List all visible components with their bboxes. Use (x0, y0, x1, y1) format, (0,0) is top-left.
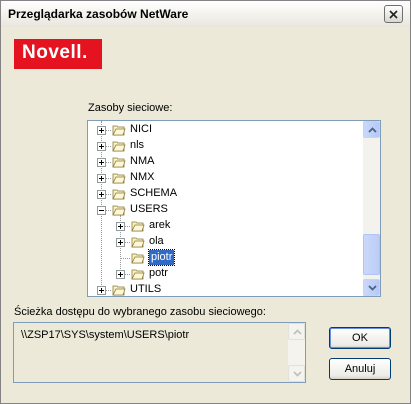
ok-button[interactable]: OK (329, 327, 391, 349)
tree-item-label: ola (149, 235, 164, 247)
tree-item[interactable]: USERS (88, 202, 360, 218)
tree-item-label: potr (149, 267, 168, 279)
scroll-down-icon (368, 285, 377, 291)
scroll-thumb[interactable] (363, 234, 380, 275)
folder-icon (112, 157, 126, 168)
path-scroll-up-button (288, 323, 305, 340)
scroll-up-icon (293, 329, 302, 335)
expand-icon[interactable] (116, 222, 125, 231)
tree-item[interactable]: potr (88, 266, 360, 282)
tree-item[interactable]: NICI (88, 122, 360, 138)
folder-icon (112, 285, 126, 296)
close-button[interactable] (384, 5, 403, 23)
expand-icon[interactable] (116, 270, 125, 279)
title-bar: Przeglądarka zasobów NetWare (1, 1, 410, 27)
folder-icon (131, 269, 145, 280)
expand-icon[interactable] (97, 126, 106, 135)
tree-item[interactable]: piotr (88, 249, 360, 266)
tree-item-label: USERS (130, 203, 168, 215)
tree-item-label: UTILS (130, 283, 162, 295)
expand-icon[interactable] (97, 142, 106, 151)
expand-icon[interactable] (97, 158, 106, 167)
path-scrollbar (288, 323, 305, 382)
expand-icon[interactable] (116, 238, 125, 247)
path-label: Ścieżka dostępu do wybranego zasobu siec… (14, 306, 266, 318)
folder-icon (112, 205, 126, 216)
tree-scrollbar[interactable] (363, 121, 380, 296)
novell-logo: Novell. (14, 39, 102, 69)
collapse-icon[interactable] (97, 206, 106, 215)
novell-logo-text: Novell. (22, 42, 88, 63)
netware-browser-dialog: Przeglądarka zasobów NetWare Novell. Zas… (0, 0, 411, 404)
dialog-title: Przeglądarka zasobów NetWare (8, 7, 189, 21)
expand-icon[interactable] (97, 286, 106, 295)
resource-tree[interactable]: NICI nls NMA NMX SCHEMA USERS arek ola piotr potr… (87, 120, 381, 297)
tree-item-label: piotr (147, 249, 176, 266)
tree-item-label: SCHEMA (130, 187, 178, 199)
path-value: \\ZSP17\SYS\system\USERS\piotr (21, 329, 190, 341)
tree-item-label: NMA (130, 155, 155, 167)
folder-icon (112, 125, 126, 136)
folder-icon (112, 173, 126, 184)
tree-item[interactable]: SCHEMA (88, 186, 360, 202)
tree-item[interactable]: ola (88, 234, 360, 250)
folder-icon (131, 253, 145, 264)
expand-icon[interactable] (97, 190, 106, 199)
tree-label: Zasoby sieciowe: (88, 102, 173, 114)
tree-item-label: nls (130, 139, 145, 151)
folder-icon (112, 141, 126, 152)
path-field[interactable]: \\ZSP17\SYS\system\USERS\piotr (13, 322, 306, 383)
tree-item[interactable]: arek (88, 218, 360, 234)
tree-item-label: NMX (130, 171, 155, 183)
folder-icon (131, 237, 145, 248)
tree-item[interactable]: NMA (88, 154, 360, 170)
close-icon (389, 10, 398, 19)
path-scroll-down-button (288, 365, 305, 382)
tree-item-label: arek (149, 219, 171, 231)
tree-item[interactable]: nls (88, 138, 360, 154)
folder-icon (112, 189, 126, 200)
folder-icon (131, 221, 145, 232)
scroll-down-icon (293, 371, 302, 377)
scroll-up-button[interactable] (363, 121, 380, 138)
tree-line (120, 258, 130, 259)
cancel-button[interactable]: Anuluj (329, 358, 391, 380)
scroll-up-icon (368, 127, 377, 133)
scroll-down-button[interactable] (363, 279, 380, 296)
expand-icon[interactable] (97, 174, 106, 183)
tree-item-label: NICI (130, 123, 152, 135)
tree-item[interactable]: UTILS (88, 282, 360, 296)
tree-item[interactable]: NMX (88, 170, 360, 186)
